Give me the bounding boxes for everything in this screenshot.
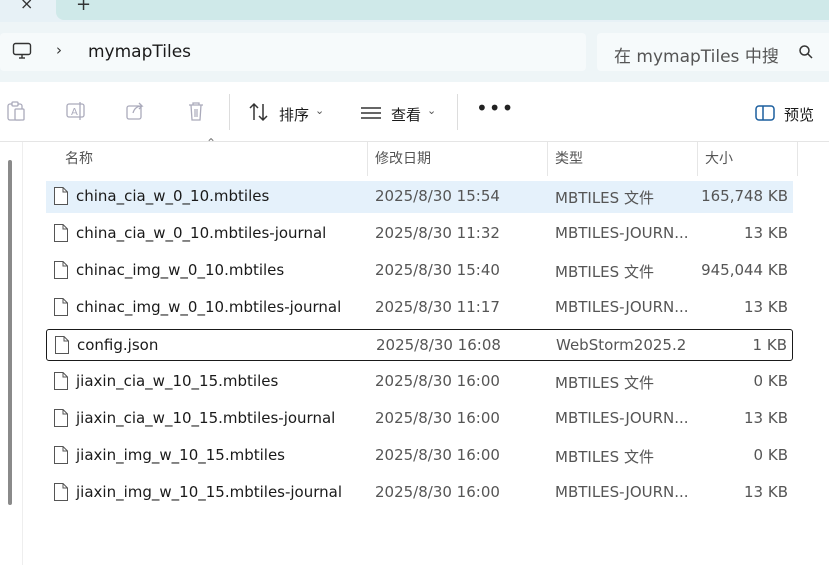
file-icon [53,260,69,284]
file-type: MBTILES 文件 [555,263,654,281]
view-chevron-down-icon[interactable]: ⌄ [427,104,436,117]
file-row[interactable]: china_cia_w_0_10.mbtiles-journal 2025/8/… [46,218,793,250]
file-type: MBTILES 文件 [555,189,654,207]
file-size: 13 KB [744,224,788,242]
file-modified-date: 2025/8/30 11:32 [375,224,500,242]
file-row[interactable]: config.json 2025/8/30 16:08 WebStorm2025… [46,329,793,361]
file-size: 13 KB [744,483,788,501]
command-bar: A 排序 ⌄ 查看 ⌄ ••• 预览 [0,82,829,142]
file-modified-date: 2025/8/30 11:17 [375,298,500,316]
view-button[interactable]: 查看 [391,104,421,125]
file-name: china_cia_w_0_10.mbtiles-journal [76,224,327,242]
more-options-button[interactable]: ••• [476,96,514,120]
file-size: 945,044 KB [701,261,788,279]
file-icon [54,335,70,359]
file-icon [53,297,69,321]
file-name: config.json [77,336,159,354]
file-type: MBTILES 文件 [555,448,654,466]
tab-strip: × + [0,0,829,22]
file-name: chinac_img_w_0_10.mbtiles [76,261,285,279]
view-icon[interactable] [360,106,382,124]
sort-button[interactable]: 排序 [279,104,309,125]
file-size: 0 KB [753,446,788,464]
column-divider[interactable] [547,142,548,176]
file-name: china_cia_w_0_10.mbtiles [76,187,270,205]
pane-divider [22,142,23,565]
breadcrumb-folder[interactable]: mymapTiles [88,42,191,62]
sort-ascending-icon: ⌃ [206,136,217,150]
file-icon [53,186,69,210]
column-header-size[interactable]: 大小 [705,148,733,168]
file-size: 0 KB [753,372,788,390]
address-row: › mymapTiles 在 mymapTiles 中搜索 [0,22,829,82]
search-box[interactable]: 在 mymapTiles 中搜索 [597,33,829,71]
file-modified-date: 2025/8/30 16:00 [375,446,500,464]
file-row[interactable]: jiaxin_img_w_10_15.mbtiles-journal 2025/… [46,477,793,509]
file-modified-date: 2025/8/30 15:54 [375,187,500,205]
file-name: jiaxin_img_w_10_15.mbtiles [76,446,285,464]
file-type: MBTILES 文件 [555,374,654,392]
file-type: WebStorm2025.2 [556,336,687,354]
file-modified-date: 2025/8/30 16:08 [376,336,501,354]
file-icon [53,223,69,247]
file-icon [53,371,69,395]
file-modified-date: 2025/8/30 15:40 [375,261,500,279]
file-name: jiaxin_cia_w_10_15.mbtiles [76,372,279,390]
new-tab-icon[interactable]: + [76,0,91,15]
column-divider[interactable] [797,142,798,176]
vertical-scrollbar[interactable] [8,160,12,505]
toolbar-divider [457,94,458,130]
file-row[interactable]: chinac_img_w_0_10.mbtiles 2025/8/30 15:4… [46,255,793,287]
preview-button[interactable]: 预览 [784,104,814,125]
file-row[interactable]: china_cia_w_0_10.mbtiles 2025/8/30 15:54… [46,181,793,213]
paste-icon[interactable] [6,100,26,126]
column-divider[interactable] [697,142,698,176]
file-icon [53,445,69,469]
file-type: MBTILES-JOURN... [555,298,689,316]
file-row[interactable]: jiaxin_cia_w_10_15.mbtiles 2025/8/30 16:… [46,366,793,398]
close-tab-icon[interactable]: × [20,0,33,13]
file-type: MBTILES-JOURN... [555,409,689,427]
file-type: MBTILES-JOURN... [555,483,689,501]
delete-icon[interactable] [186,100,206,126]
column-header-modified[interactable]: 修改日期 [375,148,431,168]
file-size: 165,748 KB [701,187,788,205]
file-name: jiaxin_img_w_10_15.mbtiles-journal [76,483,343,501]
file-modified-date: 2025/8/30 16:00 [375,409,500,427]
sort-icon[interactable] [248,102,270,126]
column-divider[interactable] [367,142,368,176]
file-name: jiaxin_cia_w_10_15.mbtiles-journal [76,409,336,427]
file-row[interactable]: jiaxin_img_w_10_15.mbtiles 2025/8/30 16:… [46,440,793,472]
rename-icon[interactable]: A [65,100,87,126]
file-row[interactable]: chinac_img_w_0_10.mbtiles-journal 2025/8… [46,292,793,324]
file-type: MBTILES-JOURN... [555,224,689,242]
file-modified-date: 2025/8/30 16:00 [375,483,500,501]
new-tab-area [56,0,829,20]
file-icon [53,482,69,506]
file-size: 1 KB [752,336,787,354]
sort-chevron-down-icon[interactable]: ⌄ [315,104,324,117]
svg-text:A: A [71,107,78,118]
file-modified-date: 2025/8/30 16:00 [375,372,500,390]
toolbar-divider [229,94,230,130]
share-icon[interactable] [125,100,147,126]
column-header-type[interactable]: 类型 [555,148,583,168]
this-pc-icon[interactable] [12,42,32,60]
file-size: 13 KB [744,298,788,316]
search-icon[interactable] [798,44,814,64]
file-size: 13 KB [744,409,788,427]
file-row[interactable]: jiaxin_cia_w_10_15.mbtiles-journal 2025/… [46,403,793,435]
breadcrumb-chevron-icon[interactable]: › [56,41,62,59]
preview-pane-icon[interactable] [755,105,775,125]
file-name: chinac_img_w_0_10.mbtiles-journal [76,298,342,316]
column-header-name[interactable]: 名称 [65,148,93,168]
search-input[interactable]: 在 mymapTiles 中搜索 [614,42,779,67]
file-icon [53,408,69,432]
